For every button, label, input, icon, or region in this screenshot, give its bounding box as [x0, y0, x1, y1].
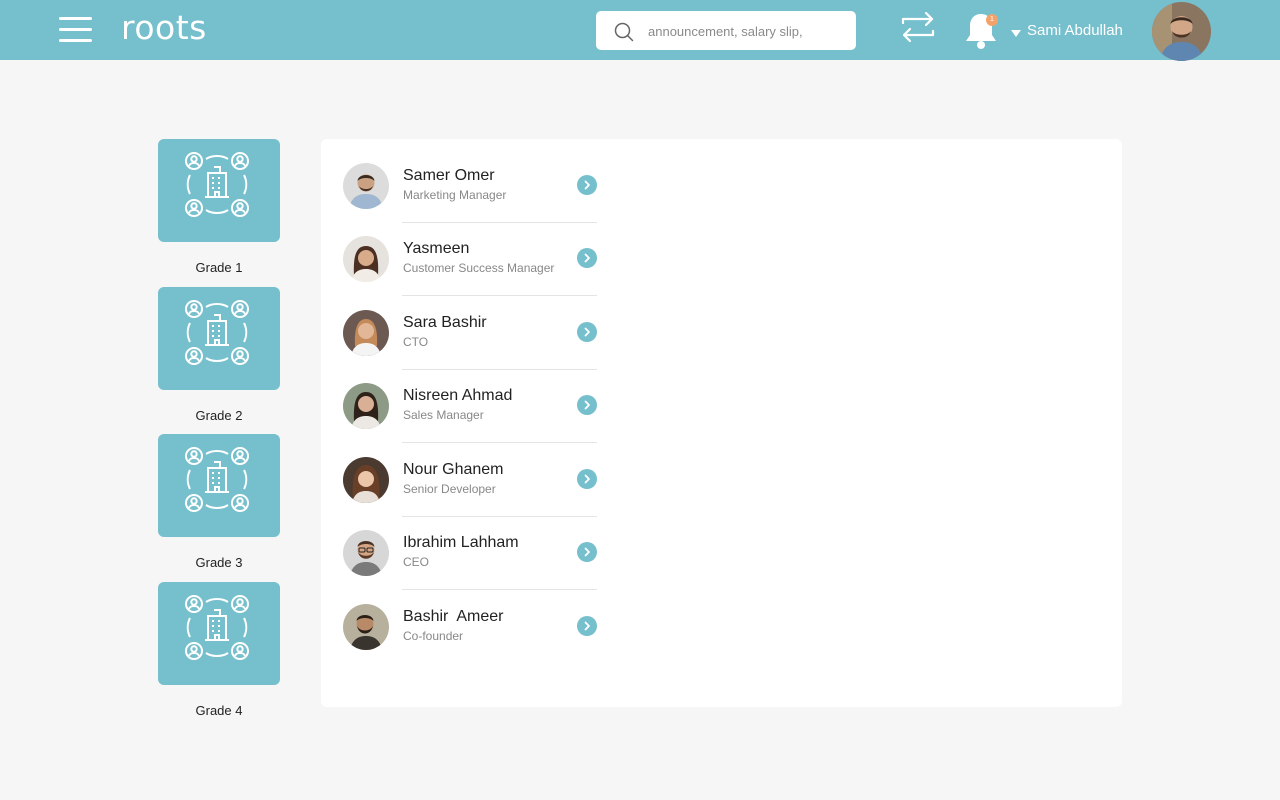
employee-row-ibrahim-lahham[interactable]: Ibrahim Lahham CEO [343, 530, 597, 604]
grade-tile[interactable] [158, 582, 280, 685]
organization-icon [185, 300, 249, 365]
search-box[interactable] [596, 11, 856, 50]
grade-tile[interactable] [158, 287, 280, 390]
avatar [343, 236, 389, 282]
employee-title: Senior Developer [403, 482, 496, 496]
chevron-down-icon[interactable] [1011, 30, 1021, 37]
employee-name: Ibrahim Lahham [403, 534, 519, 551]
app-logo[interactable]: roots [121, 8, 207, 47]
grade-card-2[interactable]: Grade 2 [158, 287, 280, 423]
user-name[interactable]: Sami Abdullah [1027, 22, 1123, 39]
grade-label: Grade 4 [195, 703, 243, 718]
employee-row-nisreen-ahmad[interactable]: Nisreen Ahmad Sales Manager [343, 383, 597, 457]
divider [402, 295, 597, 296]
search-input[interactable] [648, 20, 848, 42]
divider [402, 516, 597, 517]
grade-tile[interactable] [158, 139, 280, 242]
search-icon [614, 22, 634, 42]
avatar [343, 383, 389, 429]
chevron-right-icon[interactable] [577, 248, 597, 268]
organization-icon [185, 447, 249, 512]
chevron-right-icon[interactable] [577, 395, 597, 415]
chevron-right-icon[interactable] [577, 616, 597, 636]
avatar [343, 604, 389, 650]
user-avatar[interactable] [1152, 2, 1211, 61]
employee-title: Marketing Manager [403, 188, 507, 202]
employee-title: Sales Manager [403, 408, 484, 422]
avatar [343, 457, 389, 503]
employee-title: CEO [403, 555, 430, 569]
divider [402, 589, 597, 590]
chevron-right-icon[interactable] [577, 322, 597, 342]
employee-row-yasmeen[interactable]: Yasmeen Customer Success Manager [343, 236, 597, 310]
menu-icon[interactable] [59, 17, 92, 43]
employee-name: Nisreen Ahmad [403, 387, 513, 404]
organization-icon [185, 152, 249, 217]
employee-name: Nour Ghanem [403, 461, 504, 478]
grade-label: Grade 3 [195, 555, 243, 570]
avatar [343, 530, 389, 576]
avatar [343, 310, 389, 356]
divider [402, 369, 597, 370]
notification-badge: 1 [986, 14, 998, 26]
employee-name: Yasmeen [403, 240, 470, 257]
employee-title: Co-founder [403, 629, 464, 643]
employee-row-sara-bashir[interactable]: Sara Bashir CTO [343, 310, 597, 384]
grade-card-1[interactable]: Grade 1 [158, 139, 280, 275]
divider [402, 442, 597, 443]
employee-row-bashir-ameer[interactable]: Bashir Ameer Co-founder [343, 604, 597, 678]
chevron-right-icon[interactable] [577, 542, 597, 562]
employee-name: Bashir Ameer [403, 608, 504, 625]
switch-icon[interactable] [900, 10, 936, 44]
employee-title: Customer Success Manager [403, 261, 555, 275]
grade-label: Grade 2 [195, 408, 243, 423]
employee-row-samer-omer[interactable]: Samer Omer Marketing Manager [343, 163, 597, 237]
top-bar: roots 1 Sami Abdullah [0, 0, 1280, 61]
grade-card-4[interactable]: Grade 4 [158, 582, 280, 718]
employee-title: CTO [403, 335, 429, 349]
avatar [343, 163, 389, 209]
employee-list-panel: Samer Omer Marketing Manager Yasmeen Cus… [321, 139, 1122, 707]
grade-tile[interactable] [158, 434, 280, 537]
employee-row-nour-ghanem[interactable]: Nour Ghanem Senior Developer [343, 457, 597, 531]
employee-name: Samer Omer [403, 167, 495, 184]
divider [402, 222, 597, 223]
chevron-right-icon[interactable] [577, 175, 597, 195]
grade-card-3[interactable]: Grade 3 [158, 434, 280, 570]
chevron-right-icon[interactable] [577, 469, 597, 489]
employee-name: Sara Bashir [403, 314, 487, 331]
grade-label: Grade 1 [195, 260, 243, 275]
organization-icon [185, 595, 249, 660]
